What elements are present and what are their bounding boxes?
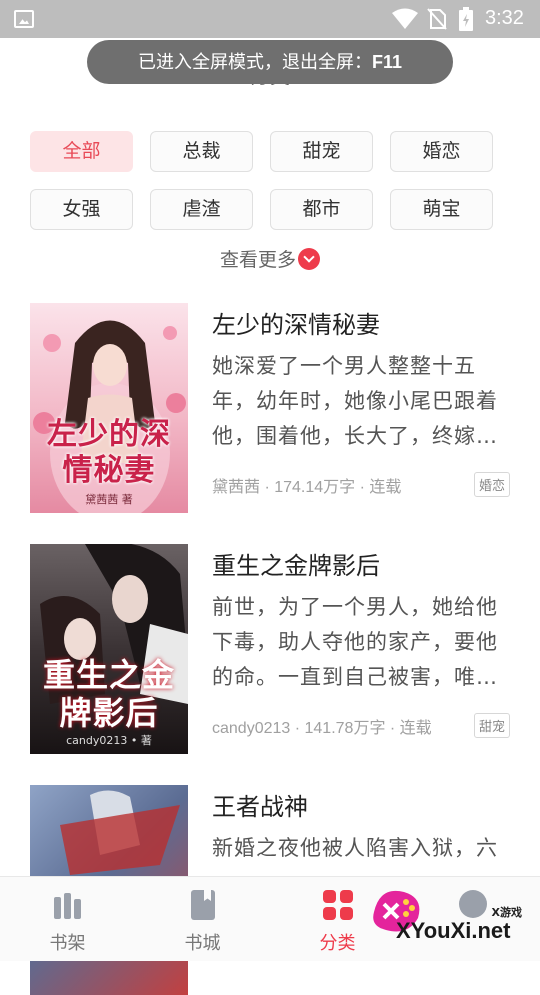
book-tag: 甜宠 — [473, 713, 510, 738]
watermark-brand: XYouXi.net — [396, 918, 511, 943]
see-more-button[interactable]: 查看更多 — [0, 245, 540, 272]
watermark: X游戏 XYouXi.net — [368, 880, 538, 958]
book-cover[interactable]: 重生之金牌影后 candy0213 • 著 — [30, 544, 188, 754]
book-meta: candy0213 · 141.78万字 · 连载 — [212, 720, 432, 737]
see-more-label: 查看更多 — [219, 249, 296, 271]
nav-bookshelf[interactable]: 书架 — [0, 877, 135, 961]
book-title: 重生之金牌影后 — [212, 552, 380, 580]
status-bar: 3:32 — [0, 0, 540, 38]
battery-icon — [459, 7, 473, 31]
category-chip-ceo[interactable]: 总裁 — [150, 131, 253, 172]
cover-title: 重生之金牌影后 — [42, 656, 175, 732]
book-title: 左少的深情秘妻 — [212, 311, 380, 339]
category-chip-revenge[interactable]: 虐渣 — [150, 189, 253, 230]
category-chip-sweet[interactable]: 甜宠 — [270, 131, 373, 172]
nav-label: 书架 — [49, 933, 86, 954]
toast-text: 已进入全屏模式，退出全屏： — [137, 52, 372, 73]
wifi-icon — [392, 8, 418, 29]
bookshelf-icon — [53, 893, 81, 919]
cover-author: candy0213 • 著 — [66, 734, 152, 747]
status-time: 3:32 — [485, 7, 524, 29]
category-chip-all[interactable]: 全部 — [30, 131, 133, 172]
cover-title: 左少的深情秘妻 — [47, 417, 171, 488]
grid-icon — [322, 890, 353, 920]
book-cover[interactable]: 左少的深情秘妻 黛茜茜 著 — [30, 303, 188, 513]
category-chip-strong-female[interactable]: 女强 — [30, 189, 133, 230]
book-description: 前世，为了一个男人，她给他下毒，助人夺他的家产，要他的命。一直到自己被害，唯… — [212, 595, 498, 689]
no-sim-icon — [427, 8, 447, 30]
book-meta: 黛茜茜 · 174.14万字 · 连载 — [212, 479, 402, 496]
book-description: 新婚之夜他被人陷害入狱，六 — [212, 836, 498, 860]
category-chip-baby[interactable]: 萌宝 — [390, 189, 493, 230]
image-notification-icon — [14, 10, 34, 28]
cover-author: 黛茜茜 著 — [85, 493, 133, 506]
book-item[interactable]: 重生之金牌影后 candy0213 • 著 重生之金牌影后 前世，为了一个男人，… — [30, 544, 510, 754]
toast-key: F11 — [371, 52, 403, 72]
category-chip-marriage[interactable]: 婚恋 — [390, 131, 493, 172]
book-title: 王者战神 — [212, 793, 308, 821]
nav-label: 书城 — [184, 933, 221, 954]
book-description: 她深爱了一个男人整整十五年，幼年时，她像小尾巴跟着他，围着他，长大了，终嫁… — [212, 354, 498, 448]
book-item[interactable]: 左少的深情秘妻 黛茜茜 著 左少的深情秘妻 她深爱了一个男人整整十五年，幼年时，… — [30, 303, 510, 513]
chevron-down-icon — [298, 247, 320, 270]
nav-bookstore[interactable]: 书城 — [135, 877, 270, 961]
fullscreen-toast: 已进入全屏模式，退出全屏：F11 — [87, 40, 453, 84]
book-tag: 婚恋 — [473, 472, 510, 497]
book-icon — [190, 890, 215, 920]
category-chip-urban[interactable]: 都市 — [270, 189, 373, 230]
